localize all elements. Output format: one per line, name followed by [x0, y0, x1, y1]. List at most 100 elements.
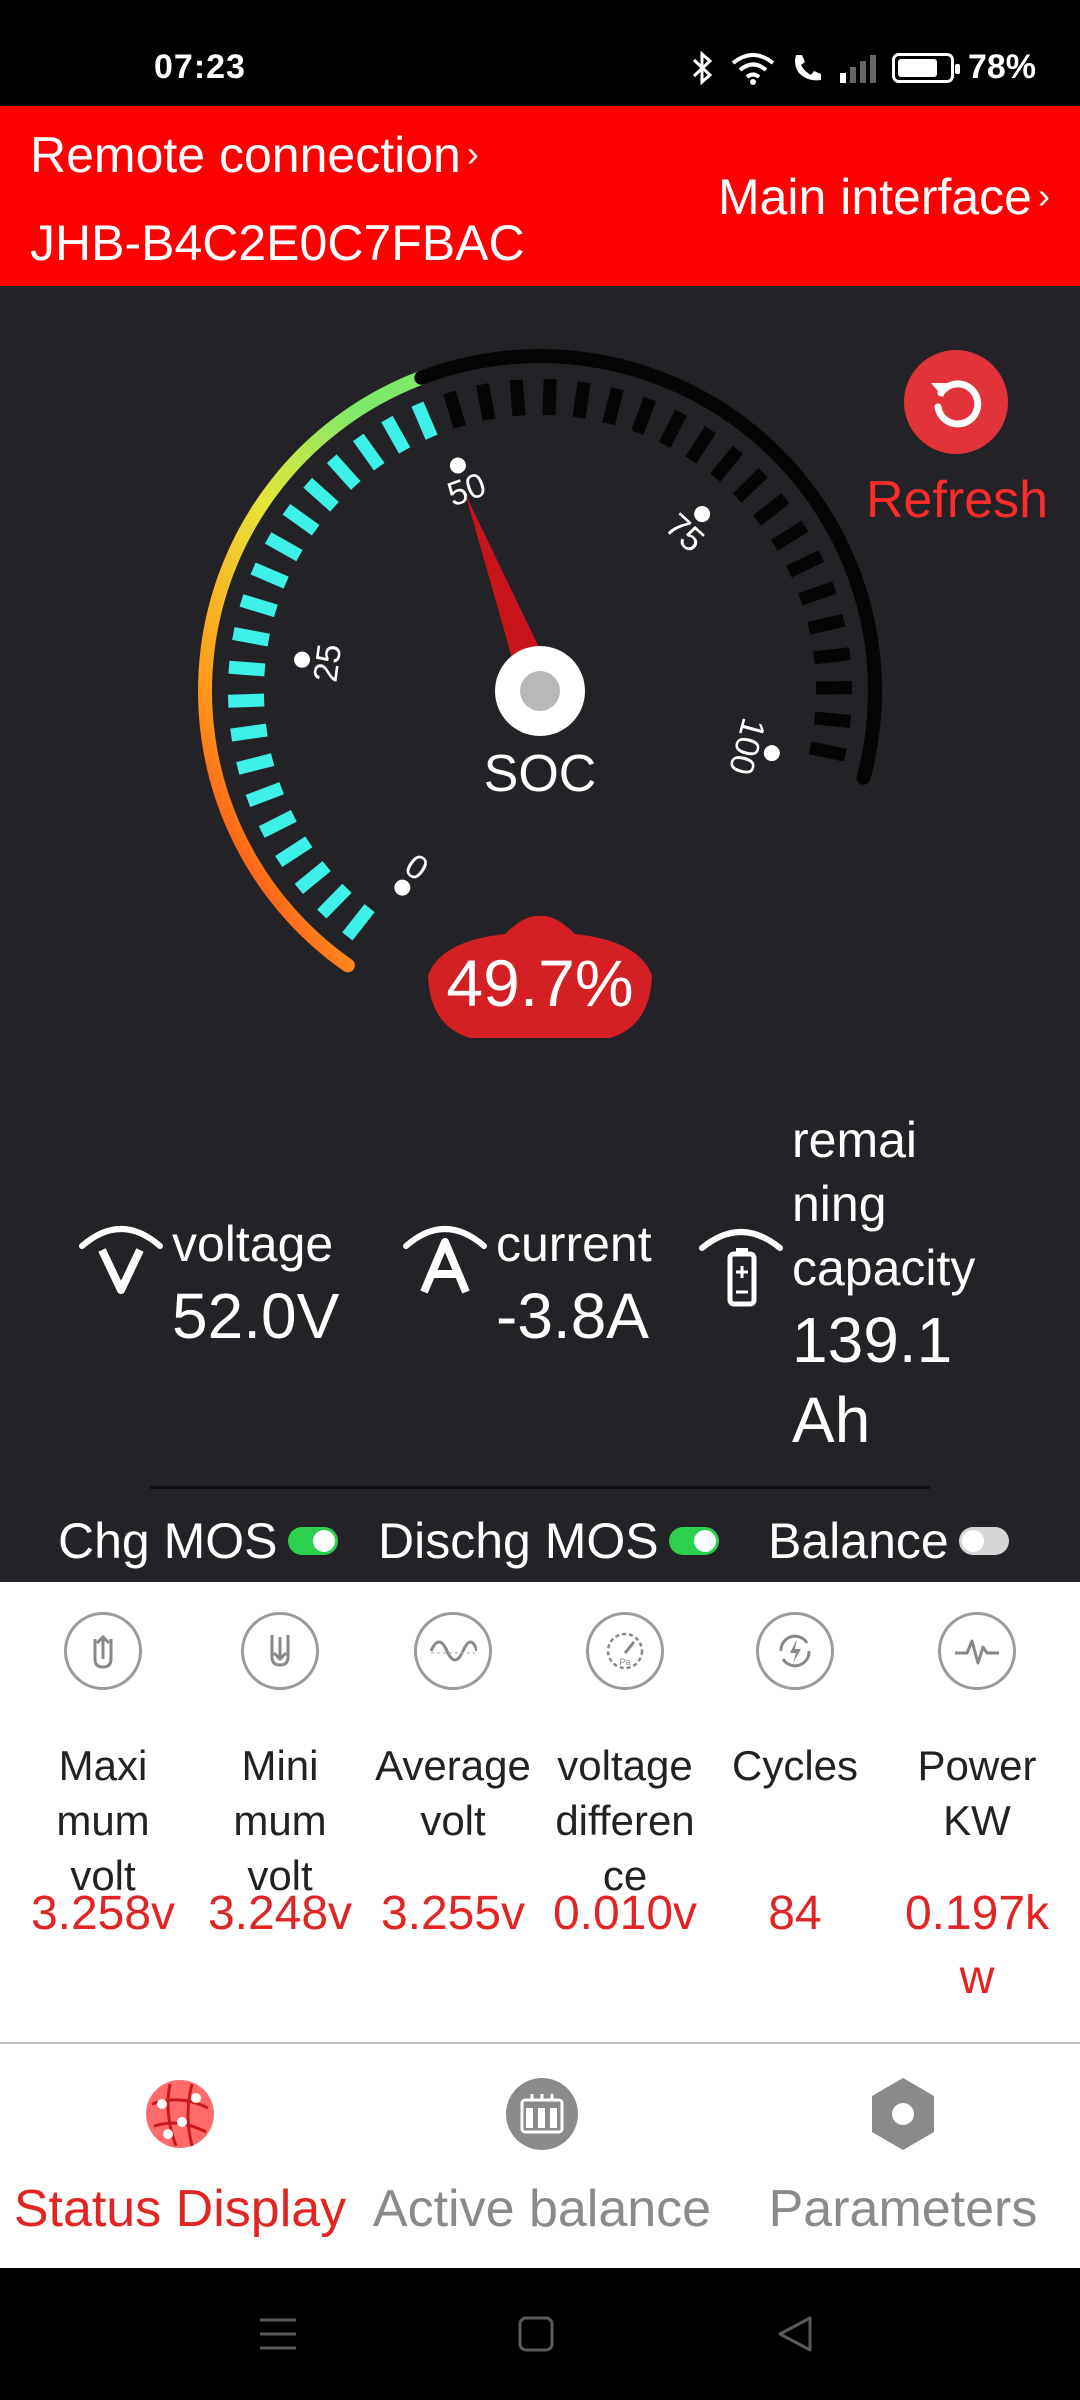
stat-label-line: mum — [56, 1797, 150, 1844]
refresh-label: Refresh — [866, 471, 1049, 529]
gauge-tick-label: 25 — [307, 642, 350, 684]
max-volt-icon — [64, 1612, 142, 1690]
gauge-tick-label: 0 — [399, 845, 436, 887]
status-icons: 78% — [690, 48, 1036, 87]
tab-status-display[interactable]: Status Display — [6, 2074, 354, 2239]
stat-label-line: KW — [943, 1797, 1011, 1844]
gauge-segment — [710, 445, 743, 482]
gauge-segment — [443, 390, 467, 429]
stat-average-volt: Average volt 3.255v — [368, 1582, 538, 1940]
tab-parameters-label: Parameters — [768, 2180, 1038, 2238]
gauge-segment — [685, 426, 716, 464]
balance: Balance — [768, 1512, 1009, 1570]
gauge-segment — [294, 861, 331, 894]
gauge-segment — [232, 627, 270, 647]
gauge-needle-hub-center — [520, 671, 560, 711]
gauge-segment — [258, 809, 297, 838]
tab-parameters[interactable]: Parameters — [748, 2074, 1058, 2239]
signal-icon — [838, 53, 878, 83]
stat-value: 0.197k — [904, 1887, 1050, 1940]
gauge-segment — [602, 387, 624, 426]
gauge-segment — [250, 562, 289, 589]
voltage-label: voltage — [172, 1216, 334, 1272]
chg-mos: Chg MOS — [58, 1512, 338, 1570]
dischg-mos-label: Dischg MOS — [378, 1513, 659, 1569]
soc-value: 49.7% — [446, 946, 633, 1020]
remote-connection-link[interactable]: Remote connection › — [30, 126, 479, 184]
device-id: JHB-B4C2E0C7FBAC — [30, 215, 525, 271]
stat-label-line: Mini — [241, 1742, 319, 1789]
refresh-button[interactable]: Refresh — [866, 350, 1049, 530]
gauge-segment — [264, 532, 303, 562]
menu-icon[interactable] — [258, 2316, 298, 2352]
status-display-icon — [146, 2080, 214, 2148]
wifi-calling-icon — [790, 51, 824, 85]
gauge-segment — [236, 753, 275, 775]
stat-value: 84 — [768, 1887, 822, 1940]
status-bar: 07:23 78% — [0, 0, 1080, 106]
toggle-knob — [693, 1530, 716, 1552]
cycle-charge-icon — [756, 1612, 834, 1690]
back-icon[interactable] — [776, 2314, 814, 2354]
voltage-metric: voltage 52.0V — [76, 1212, 339, 1356]
stat-value: w — [959, 1951, 995, 2004]
main-interface-label: Main interface — [717, 169, 1032, 225]
stat-label-line: Power — [917, 1742, 1037, 1789]
gauge-segment — [352, 433, 385, 471]
gauge-tick-label: 100 — [721, 714, 772, 779]
toggle-knob — [961, 1530, 984, 1552]
stat-voltage-difference: Pa voltage differen ce 0.010v — [540, 1582, 710, 1940]
gauge-segment — [275, 836, 313, 867]
voltage-value: 52.0V — [172, 1280, 340, 1352]
current-metric: current -3.8A — [400, 1212, 652, 1356]
stat-value: 3.248v — [207, 1887, 353, 1940]
balance-toggle[interactable] — [958, 1527, 1009, 1555]
gauge-segment — [303, 477, 339, 512]
balance-label: Balance — [768, 1513, 949, 1569]
gauge-segment — [770, 520, 809, 551]
status-time: 07:23 — [154, 48, 246, 86]
gauge-segment — [572, 381, 591, 419]
gauge-tick-label: 50 — [443, 466, 492, 515]
current-label: current — [496, 1216, 652, 1272]
gauge-segment — [658, 409, 687, 448]
main-interface-link[interactable]: Main interface › — [718, 168, 1050, 226]
chg-mos-toggle[interactable] — [287, 1527, 338, 1555]
battery-capacity-icon — [699, 1229, 783, 1307]
refresh-icon — [931, 380, 982, 428]
toggle-knob — [312, 1530, 335, 1552]
gauge-segment — [798, 581, 837, 606]
capacity-label-line-2: ning — [792, 1176, 887, 1232]
pressure-gauge-icon: Pa — [586, 1612, 664, 1690]
cell-stats-panel: Maxi mum volt 3.258v Mini mum volt 3.248… — [0, 1582, 1080, 2042]
dischg-mos-toggle[interactable] — [668, 1527, 719, 1555]
hexagon-nut-icon — [872, 2078, 934, 2150]
gauge-segment — [631, 396, 656, 435]
gauge-segment — [342, 904, 375, 941]
chevron-right-icon: › — [1038, 175, 1050, 216]
bottom-nav: Status Display Active balance Parameters — [0, 2044, 1080, 2268]
bluetooth-icon — [690, 50, 716, 85]
svg-text:Pa: Pa — [619, 1657, 630, 1667]
stat-label-line: differen — [555, 1797, 695, 1844]
capacity-label-line-3: capacity — [792, 1240, 976, 1296]
metrics-divider — [150, 1486, 930, 1489]
stat-value: 3.255v — [380, 1887, 526, 1940]
capacity-value-line-1: 139.1 — [792, 1304, 953, 1376]
capacity-value-line-2: Ah — [792, 1384, 871, 1456]
gauge-segment — [239, 594, 278, 618]
stat-power: Power KW 0.197k w — [892, 1582, 1062, 2004]
home-icon[interactable] — [518, 2316, 554, 2352]
gauge-segment — [509, 379, 526, 417]
gauge-segment — [753, 493, 790, 526]
gauge-segment — [245, 782, 284, 807]
remote-connection-label: Remote connection — [30, 127, 461, 183]
tab-active-balance[interactable]: Active balance — [358, 2074, 726, 2239]
gauge-segment — [230, 723, 268, 742]
current-value: -3.8A — [496, 1280, 649, 1352]
min-volt-icon — [241, 1612, 319, 1690]
stat-max-volt: Maxi mum volt 3.258v — [18, 1582, 188, 1940]
gauge-needle — [465, 494, 585, 736]
stat-label-line: mum — [233, 1797, 327, 1844]
dischg-mos: Dischg MOS — [378, 1512, 719, 1570]
